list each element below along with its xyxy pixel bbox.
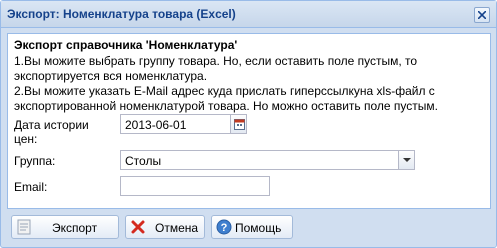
- help-button-label: Помощь: [235, 221, 282, 235]
- export-file-icon: [17, 219, 31, 235]
- dialog-titlebar[interactable]: Экспорт: Номенклатура товара (Excel): [1, 1, 496, 28]
- info-line: экспортируется вся номенклатура.: [14, 69, 208, 83]
- export-button[interactable]: Экспорт: [11, 215, 119, 239]
- group-label: Группа:: [14, 154, 56, 168]
- info-line: 1.Вы можите выбрать группу товара. Но, е…: [14, 54, 418, 68]
- date-value: 2013-06-01: [125, 118, 187, 132]
- cancel-button-label: Отмена: [155, 221, 199, 235]
- date-label-cont: цен:: [14, 132, 38, 146]
- email-field[interactable]: [120, 176, 270, 196]
- email-label: Email:: [14, 180, 48, 194]
- cancel-icon: [131, 220, 145, 234]
- group-dropdown-button[interactable]: [398, 150, 415, 170]
- svg-text:?: ?: [221, 222, 228, 234]
- panel-heading: Экспорт справочника 'Номенклатура': [14, 38, 238, 52]
- form-panel: Экспорт справочника 'Номенклатура' 1.Вы …: [7, 33, 491, 209]
- info-line: экспортированной номенклатурой товара. Н…: [14, 99, 438, 113]
- group-value: Столы: [125, 154, 162, 168]
- calendar-button[interactable]: [230, 114, 247, 134]
- date-label: Дата истории: [14, 118, 89, 132]
- export-button-label: Экспорт: [52, 221, 98, 235]
- chevron-down-icon: [403, 158, 411, 162]
- close-icon: [478, 11, 486, 19]
- calendar-icon: [234, 119, 245, 130]
- cancel-button[interactable]: Отмена: [125, 215, 205, 239]
- info-line: 2.Вы можите указать E-Mail адрес куда пр…: [14, 84, 435, 98]
- dialog-title: Экспорт: Номенклатура товара (Excel): [7, 7, 236, 21]
- help-button[interactable]: ? Помощь: [211, 215, 293, 239]
- group-select[interactable]: Столы: [120, 150, 415, 170]
- help-icon: ?: [216, 219, 232, 235]
- export-dialog: Экспорт: Номенклатура товара (Excel) Экс…: [0, 0, 497, 248]
- date-field[interactable]: 2013-06-01: [120, 114, 247, 134]
- close-button[interactable]: [474, 7, 490, 23]
